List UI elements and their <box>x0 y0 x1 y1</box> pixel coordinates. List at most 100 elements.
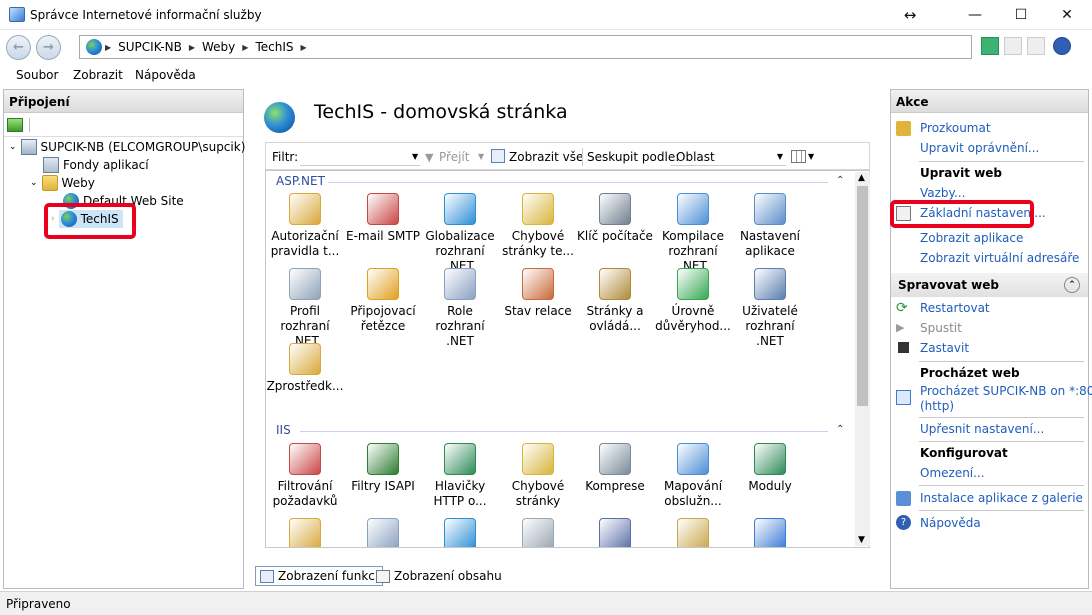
feature-item[interactable]: Mapování obslužn... <box>654 443 732 509</box>
feature-item[interactable]: Klíč počítače <box>576 193 654 244</box>
action-help[interactable]: Nápověda <box>920 516 981 530</box>
refresh-icon[interactable] <box>981 37 999 55</box>
chevron-down-icon[interactable]: ▼ <box>478 152 484 161</box>
close-button[interactable]: ✕ <box>1044 0 1090 30</box>
help-icon: ? <box>896 515 911 530</box>
action-browse-protocol[interactable]: (http) <box>920 399 954 413</box>
feature-item[interactable]: Komprese <box>576 443 654 494</box>
view-icon[interactable] <box>791 150 806 163</box>
status-bar: Připraveno <box>0 591 1092 615</box>
feature-label: Role rozhraní .NET <box>435 304 485 348</box>
feature-icon <box>289 518 321 547</box>
feature-item[interactable]: E-mail SMTP <box>344 193 422 244</box>
breadcrumb-techis[interactable]: TechIS <box>255 40 293 54</box>
feature-item[interactable]: Globalizace rozhraní .NET <box>421 193 499 274</box>
menu-help[interactable]: Nápověda <box>135 68 196 82</box>
action-advanced-settings[interactable]: Upřesnit nastavení... <box>920 422 1044 436</box>
feature-label: Uživatelé rozhraní .NET <box>742 304 798 348</box>
edit-site-header: Upravit web <box>920 166 1003 180</box>
feature-label: Zprostředk... <box>266 379 344 393</box>
expand-icon[interactable]: ⌄ <box>30 178 38 188</box>
tab-features-view[interactable]: Zobrazení funkcí <box>255 566 384 586</box>
breadcrumb-server[interactable]: SUPCIK-NB <box>118 40 182 54</box>
collapse-icon[interactable]: ⌃ <box>836 424 844 435</box>
feature-item[interactable]: Stav relace <box>499 268 577 319</box>
chevron-down-icon[interactable]: ▼ <box>412 152 418 161</box>
group-header-iis[interactable]: IIS <box>276 423 291 437</box>
action-gallery-install[interactable]: Instalace aplikace z galerie <box>920 491 1083 505</box>
feature-item[interactable] <box>344 518 422 547</box>
action-browse[interactable]: Procházet SUPCIK-NB on *:80 <box>920 384 1092 398</box>
menu-file[interactable]: Soubor <box>16 68 58 82</box>
forward-button[interactable]: → <box>36 35 61 60</box>
go-button[interactable]: Přejít <box>439 150 469 164</box>
feature-item[interactable]: Filtrování požadavků <box>266 443 344 509</box>
feature-label: Mapování obslužn... <box>663 479 723 508</box>
maximize-button[interactable]: ☐ <box>998 0 1044 30</box>
action-limits[interactable]: Omezení... <box>920 466 985 480</box>
tree-node-sites[interactable]: ⌄ Weby <box>30 175 95 191</box>
feature-label: Připojovací řetězce <box>350 304 416 333</box>
tree-node-server[interactable]: ⌄ SUPCIK-NB (ELCOMGROUP\supcik) <box>9 139 245 155</box>
feature-item[interactable]: Autorizační pravidla t... <box>266 193 344 259</box>
scroll-down-icon[interactable]: ▼ <box>858 535 865 545</box>
feature-item[interactable] <box>731 518 809 547</box>
tree-node-app-pools[interactable]: Fondy aplikací <box>43 157 149 173</box>
feature-item[interactable] <box>576 518 654 547</box>
feature-item[interactable]: Hlavičky HTTP o... <box>421 443 499 509</box>
title-bar: Správce Internetové informační služby ↔ … <box>0 0 1092 30</box>
feature-item[interactable]: Nastavení aplikace <box>731 193 809 259</box>
expand-icon[interactable]: ⌄ <box>9 142 17 152</box>
action-edit-permissions[interactable]: Upravit oprávnění... <box>920 141 1039 155</box>
action-view-applications[interactable]: Zobrazit aplikace <box>920 231 1023 245</box>
action-view-virtual-dirs[interactable]: Zobrazit virtuální adresáře <box>920 251 1079 265</box>
actions-header: Akce <box>891 90 1088 113</box>
breadcrumb-sites[interactable]: Weby <box>202 40 235 54</box>
feature-item[interactable]: Kompilace rozhraní .NET <box>654 193 732 274</box>
show-all-button[interactable]: Zobrazit vše <box>509 150 583 164</box>
feature-item[interactable] <box>421 518 499 547</box>
feature-item[interactable]: Profil rozhraní .NET <box>266 268 344 349</box>
address-bar[interactable]: ▶ SUPCIK-NB ▶ Weby ▶ TechIS ▶ <box>79 35 972 59</box>
feature-item[interactable]: Moduly <box>731 443 809 494</box>
feature-item[interactable] <box>499 518 577 547</box>
filter-input[interactable] <box>300 147 420 166</box>
feature-label: E-mail SMTP <box>346 229 420 243</box>
action-bindings[interactable]: Vazby... <box>920 186 965 200</box>
feature-item[interactable]: Chybové stránky te... <box>499 193 577 259</box>
folder-icon <box>41 175 58 191</box>
feature-icon <box>367 193 399 225</box>
tab-content-view[interactable]: Zobrazení obsahu <box>372 566 506 586</box>
feature-icon <box>444 443 476 475</box>
feature-item[interactable]: Připojovací řetězce <box>344 268 422 334</box>
action-start[interactable]: Spustit <box>920 321 962 335</box>
feature-item[interactable]: Uživatelé rozhraní .NET <box>731 268 809 349</box>
feature-item[interactable]: Chybové stránky <box>499 443 577 509</box>
feature-item[interactable]: Zprostředk... <box>266 343 344 394</box>
collapse-icon[interactable]: ⌃ <box>836 175 844 186</box>
actions-pane: Akce Prozkoumat Upravit oprávnění... Upr… <box>890 89 1092 589</box>
start-page-icon[interactable] <box>7 118 23 132</box>
feature-item[interactable]: Role rozhraní .NET <box>421 268 499 349</box>
feature-grid: ASP.NET ⌃ Autorizační pravidla t... E-mai… <box>265 170 870 548</box>
group-header-aspnet[interactable]: ASP.NET <box>276 174 325 188</box>
feature-item[interactable]: Úrovně důvěryhod... <box>654 268 732 334</box>
help-icon[interactable] <box>1053 37 1071 55</box>
home-icon[interactable] <box>1027 37 1045 55</box>
feature-item[interactable]: Filtry ISAPI <box>344 443 422 494</box>
group-by-select[interactable]: Oblast ▼ <box>671 147 786 166</box>
action-explore[interactable]: Prozkoumat <box>920 121 991 135</box>
collapse-icon[interactable]: ⌃ <box>1064 277 1080 293</box>
action-restart[interactable]: Restartovat <box>920 301 990 315</box>
feature-item[interactable] <box>266 518 344 547</box>
scroll-up-icon[interactable]: ▲ <box>858 173 865 183</box>
feature-item[interactable]: Stránky a ovládá... <box>576 268 654 334</box>
stop-icon[interactable] <box>1004 37 1022 55</box>
action-stop[interactable]: Zastavit <box>920 341 969 355</box>
minimize-button[interactable]: — <box>952 0 998 30</box>
scrollbar-thumb[interactable] <box>857 186 868 406</box>
back-button[interactable]: ← <box>6 35 31 60</box>
feature-item[interactable] <box>654 518 732 547</box>
menu-view[interactable]: Zobrazit <box>73 68 123 82</box>
chevron-down-icon[interactable]: ▼ <box>808 152 814 161</box>
